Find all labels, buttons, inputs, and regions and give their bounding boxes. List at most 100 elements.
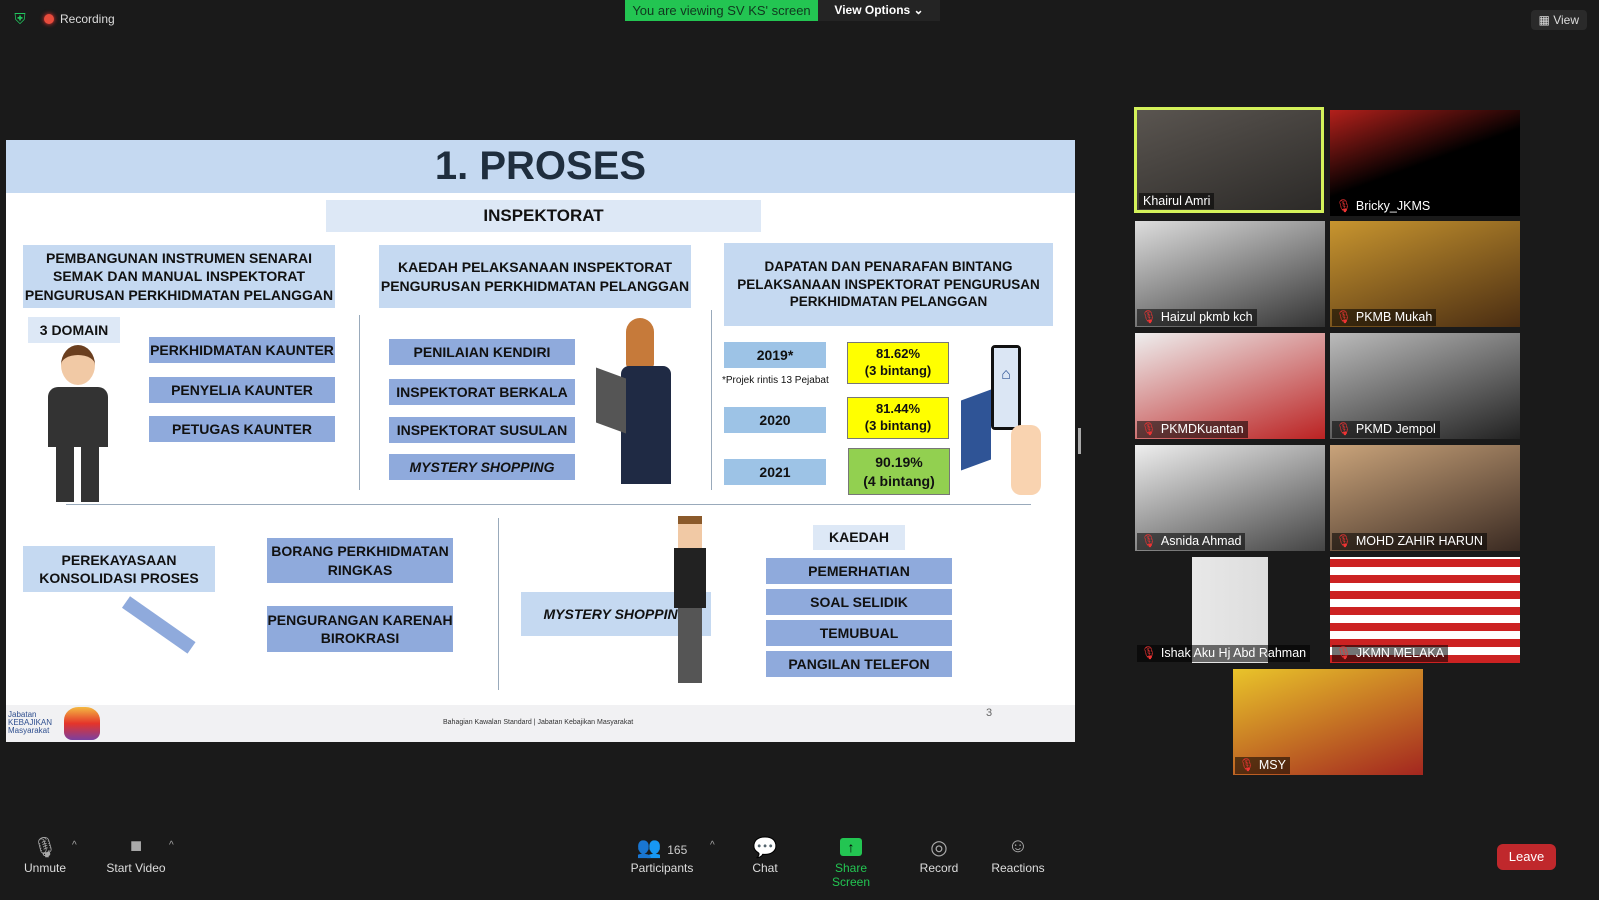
muted-mic-icon: 🎙 bbox=[1336, 422, 1352, 436]
muted-mic-icon: 🎙 bbox=[1141, 646, 1157, 660]
year-label: 2020 bbox=[724, 407, 826, 433]
muted-mic-icon: 🎙 bbox=[1141, 310, 1157, 324]
participant-tile[interactable]: 🎙 MSY bbox=[1233, 669, 1423, 775]
method-item: MYSTERY SHOPPING bbox=[389, 454, 575, 480]
muted-mic-icon: 🎙 bbox=[1336, 199, 1352, 213]
participant-tile[interactable]: 🎙 PKMDKuantan bbox=[1135, 333, 1325, 439]
muted-mic-icon: 🎙 bbox=[1336, 310, 1352, 324]
participant-name: Ishak Aku Hj Abd Rahman bbox=[1160, 646, 1307, 660]
domain-item: PERKHIDMATAN KAUNTER bbox=[149, 337, 335, 363]
participant-tile[interactable]: 🎙 Asnida Ahmad bbox=[1135, 445, 1325, 551]
participant-name: PKMDKuantan bbox=[1160, 422, 1244, 436]
reactions-icon: ☺ bbox=[1007, 835, 1029, 857]
video-options-caret[interactable]: ^ bbox=[169, 840, 174, 851]
view-button[interactable]: ▦ View bbox=[1530, 10, 1587, 30]
participant-name: Bricky_JKMS bbox=[1355, 199, 1431, 213]
method-heading: KAEDAH bbox=[813, 525, 905, 550]
participant-name: MOHD ZAHIR HARUN bbox=[1355, 534, 1483, 548]
record-icon: ◎ bbox=[930, 837, 948, 859]
viewing-banner: You are viewing SV KS' screen bbox=[625, 0, 818, 21]
participant-tile[interactable]: Khairul Amri bbox=[1134, 107, 1324, 213]
method-option: TEMUBUAL bbox=[766, 620, 952, 646]
leave-button[interactable]: Leave bbox=[1497, 844, 1556, 870]
phone-hand-illustration: ⌂ bbox=[961, 345, 1066, 500]
panel-resize-handle[interactable] bbox=[1078, 428, 1081, 454]
chat-icon: 💬 bbox=[752, 837, 778, 859]
year-label: 2021 bbox=[724, 459, 826, 485]
method-option: SOAL SELIDIK bbox=[766, 589, 952, 615]
participant-name: Khairul Amri bbox=[1143, 194, 1211, 208]
record-button[interactable]: ◎ Record bbox=[915, 835, 963, 875]
shopper-illustration bbox=[674, 516, 714, 686]
domain-label: 3 DOMAIN bbox=[28, 317, 120, 343]
start-video-button[interactable]: ■ Start Video bbox=[103, 835, 169, 875]
share-screen-button[interactable]: ↑ Share Screen bbox=[815, 835, 887, 889]
participants-count: 165 bbox=[667, 843, 688, 857]
muted-mic-icon: 🎙 bbox=[1336, 534, 1352, 548]
participant-tile[interactable]: 🎙 MOHD ZAHIR HARUN bbox=[1330, 445, 1520, 551]
participant-tile[interactable]: 🎙 PKMB Mukah bbox=[1330, 221, 1520, 327]
slide-title: 1. PROSES bbox=[6, 140, 1075, 193]
recording-label: Recording bbox=[60, 12, 115, 26]
participant-name: PKMB Mukah bbox=[1355, 310, 1433, 324]
participants-caret[interactable]: ^ bbox=[710, 840, 715, 851]
recording-indicator[interactable]: Recording bbox=[44, 12, 115, 26]
participant-name: Asnida Ahmad bbox=[1160, 534, 1242, 548]
muted-mic-icon: 🎙 bbox=[1239, 758, 1255, 772]
slide-footer: Jabatan KEBAJIKAN Masyarakat Bahagian Kawa… bbox=[6, 705, 1075, 742]
recording-dot-icon bbox=[44, 14, 54, 24]
score-value: 81.44% bbox=[875, 401, 921, 417]
muted-mic-icon: 🎙 bbox=[32, 837, 58, 859]
muted-mic-icon: 🎙 bbox=[1141, 422, 1157, 436]
record-label: Record bbox=[919, 861, 959, 875]
section-title: INSPEKTORAT bbox=[326, 200, 761, 232]
businesswoman-illustration bbox=[596, 318, 681, 485]
result-score: 81.62% (3 bintang) bbox=[847, 342, 949, 384]
video-off-icon: ■ bbox=[129, 835, 143, 857]
page-number: 3 bbox=[986, 707, 993, 719]
participant-tile[interactable]: 🎙 Haizul pkmb kch bbox=[1135, 221, 1325, 327]
participants-label: Participants bbox=[630, 861, 694, 875]
participant-tile[interactable]: 🎙 PKMD Jempol bbox=[1330, 333, 1520, 439]
method-option: PEMERHATIAN bbox=[766, 558, 952, 584]
pencil-illustration bbox=[121, 596, 196, 654]
method-item: INSPEKTORAT BERKALA bbox=[389, 379, 575, 405]
audio-options-caret[interactable]: ^ bbox=[72, 840, 77, 851]
col2-heading: KAEDAH PELAKSANAAN INSPEKTORAT PENGURUSA… bbox=[379, 245, 691, 308]
method-item: INSPEKTORAT SUSULAN bbox=[389, 417, 575, 443]
view-options-button[interactable]: View Options ⌄ bbox=[818, 0, 940, 21]
score-value: 81.62% bbox=[875, 346, 921, 362]
participant-name: MSY bbox=[1258, 758, 1286, 772]
unmute-button[interactable]: 🎙 Unmute bbox=[20, 835, 70, 875]
col3-heading: DAPATAN DAN PENARAFAN BINTANG PELAKSANAA… bbox=[724, 243, 1053, 326]
chat-button[interactable]: 💬 Chat bbox=[745, 835, 785, 875]
participant-tile[interactable]: 🎙 Ishak Aku Hj Abd Rahman bbox=[1135, 557, 1325, 663]
view-label: View bbox=[1553, 13, 1579, 27]
reduce-bureaucracy-box: PENGURANGAN KARENAH BIROKRASI bbox=[267, 606, 453, 652]
participants-icon: 👥 165 bbox=[636, 837, 688, 859]
method-item: PENILAIAN KENDIRI bbox=[389, 339, 575, 365]
year-label: 2019* bbox=[724, 342, 826, 368]
reactions-label: Reactions bbox=[991, 861, 1045, 875]
participant-name: Haizul pkmb kch bbox=[1160, 310, 1253, 324]
domain-item: PETUGAS KAUNTER bbox=[149, 416, 335, 442]
reactions-button[interactable]: ☺ Reactions bbox=[990, 835, 1046, 875]
share-screen-label: Share Screen bbox=[831, 861, 871, 889]
participants-button[interactable]: 👥 165 Participants bbox=[628, 835, 696, 875]
participant-name: PKMD Jempol bbox=[1355, 422, 1436, 436]
score-value: 90.19% bbox=[875, 454, 923, 471]
form-box: BORANG PERKHIDMATAN RINGKAS bbox=[267, 538, 453, 583]
pilot-note: *Projek rintis 13 Pejabat bbox=[722, 375, 829, 386]
chat-label: Chat bbox=[752, 861, 778, 875]
shared-slide: 1. PROSES INSPEKTORAT PEMBANGUNAN INSTRU… bbox=[6, 140, 1075, 742]
share-screen-icon: ↑ bbox=[815, 835, 887, 861]
col1-heading: PEMBANGUNAN INSTRUMEN SENARAI SEMAK DAN … bbox=[23, 245, 335, 308]
result-score: 81.44% (3 bintang) bbox=[847, 397, 949, 439]
reengineering-box: PEREKAYASAAN KONSOLIDASI PROSES bbox=[23, 546, 215, 592]
security-shield-icon[interactable]: ⛨ bbox=[10, 10, 30, 30]
participant-tile[interactable]: 🎙 Bricky_JKMS bbox=[1330, 110, 1520, 216]
participant-tile[interactable]: 🎙 JKMN MELAKA bbox=[1330, 557, 1520, 663]
participant-name: JKMN MELAKA bbox=[1355, 646, 1445, 660]
view-options-label: View Options bbox=[834, 3, 911, 17]
businessman-illustration bbox=[36, 345, 136, 505]
